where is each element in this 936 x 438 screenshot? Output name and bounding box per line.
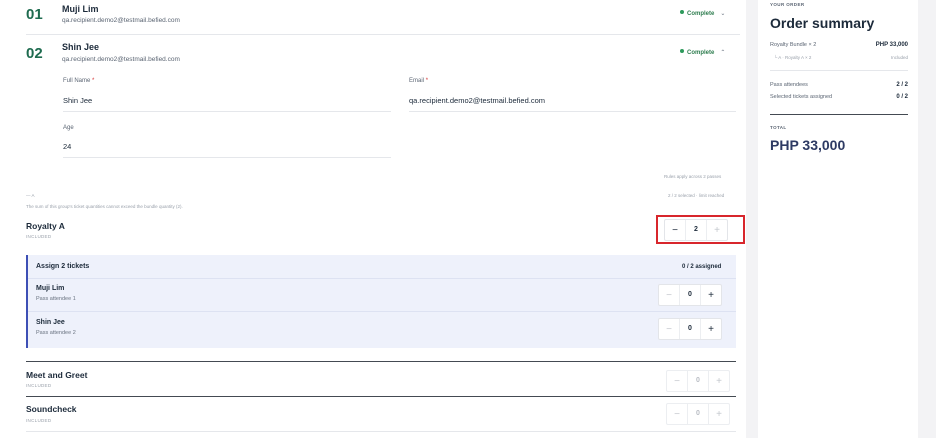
attendee-1-status-toggle[interactable]: Complete ⌄	[680, 10, 725, 17]
email-label: Email *	[409, 78, 429, 84]
status-label: Complete	[687, 11, 715, 17]
selected-note: 2 / 2 selected · limit reached	[668, 193, 725, 198]
attendee-email: qa.recipient.demo2@testmail.befied.com	[62, 17, 180, 24]
rules-note: Rules apply across 2 passes	[664, 174, 722, 179]
pass-attendees-value: 2 / 2	[896, 82, 908, 88]
attendee-number: 01	[26, 6, 43, 23]
summary-title: Order summary	[770, 15, 875, 31]
bundle-sub-label: └ A · Royalty A × 2	[774, 55, 812, 60]
attendee-name: Muji Lim	[62, 4, 99, 14]
page: 01 Muji Lim qa.recipient.demo2@testmail.…	[0, 0, 936, 438]
scrollbar[interactable]	[924, 0, 936, 438]
attendee-name: Shin Jee	[62, 42, 100, 52]
full-name-label: Full Name *	[63, 78, 95, 84]
pass-attendees-label: Pass attendees	[770, 82, 808, 88]
quantity-value: 0	[679, 285, 701, 305]
divider	[28, 311, 736, 312]
bundle-sub-value: Included	[890, 55, 908, 60]
age-field[interactable]: 24	[63, 142, 71, 151]
order-summary-panel: YOUR ORDER Order summary Royalty Bundle …	[758, 0, 918, 438]
email-underline	[409, 111, 736, 112]
assign-tickets-panel: Assign 2 tickets 0 / 2 assigned Muji Lim…	[26, 255, 736, 348]
attendee-email: qa.recipient.demo2@testmail.befied.com	[62, 56, 180, 63]
assign-attendee-name: Muji Lim	[36, 285, 65, 292]
summary-eyebrow: YOUR ORDER	[770, 2, 805, 7]
ticket-included-label: INCLUDED	[26, 418, 52, 423]
increment-button[interactable]: +	[709, 371, 729, 391]
status-dot-icon	[680, 49, 684, 53]
meet-and-greet-quantity-stepper: − 0 +	[666, 370, 730, 392]
divider	[770, 114, 908, 115]
ticket-included-label: INCLUDED	[26, 383, 52, 388]
assign-attendee-name: Shin Jee	[36, 319, 65, 326]
quantity-value: 0	[687, 404, 709, 424]
chevron-down-icon: ⌄	[720, 11, 726, 17]
age-underline	[63, 157, 391, 158]
assign-attendee-sub: Pass attendee 1	[36, 296, 76, 302]
divider	[28, 278, 736, 279]
attendee-form-panel: 01 Muji Lim qa.recipient.demo2@testmail.…	[0, 0, 746, 438]
ticket-name: Soundcheck	[26, 404, 77, 414]
increment-button[interactable]: +	[701, 285, 721, 305]
full-name-field[interactable]: Shin Jee	[63, 96, 92, 105]
increment-button[interactable]: +	[709, 404, 729, 424]
constraint-note: The sum of this group's ticket quantitie…	[26, 204, 183, 209]
bundle-label: Royalty Bundle × 2	[770, 42, 817, 48]
group-label: — A	[26, 193, 35, 198]
tickets-assigned-value: 0 / 2	[896, 94, 908, 100]
ticket-name: Meet and Greet	[26, 370, 88, 380]
divider	[26, 431, 736, 432]
ticket-name: Royalty A	[26, 221, 65, 231]
tickets-assigned-label: Selected tickets assigned	[770, 94, 833, 100]
soundcheck-quantity-stepper: − 0 +	[666, 403, 730, 425]
assign-stepper-attendee-2: − 0 +	[658, 318, 722, 340]
divider	[770, 70, 908, 71]
total-label: TOTAL	[770, 125, 787, 130]
status-dot-icon	[680, 10, 684, 14]
decrement-button[interactable]: −	[667, 404, 687, 424]
highlight-box	[656, 215, 745, 244]
ticket-included-label: INCLUDED	[26, 234, 52, 239]
attendee-number: 02	[26, 45, 43, 62]
decrement-button[interactable]: −	[659, 319, 679, 339]
assign-title: Assign 2 tickets	[36, 263, 90, 270]
assign-count: 0 / 2 assigned	[682, 264, 722, 270]
email-field[interactable]: qa.recipient.demo2@testmail.befied.com	[409, 96, 545, 105]
chevron-up-icon: ⌃	[720, 50, 726, 56]
status-label: Complete	[687, 50, 715, 56]
quantity-value: 0	[687, 371, 709, 391]
quantity-value: 0	[679, 319, 701, 339]
bundle-price: PHP 33,000	[875, 42, 908, 48]
decrement-button[interactable]: −	[667, 371, 687, 391]
full-name-underline	[63, 111, 391, 112]
attendee-2-status-toggle[interactable]: Complete ⌃	[680, 49, 725, 56]
divider	[26, 34, 740, 35]
increment-button[interactable]: +	[701, 319, 721, 339]
divider	[26, 361, 736, 362]
divider	[26, 396, 736, 397]
age-label: Age	[63, 125, 74, 131]
assign-stepper-attendee-1: − 0 +	[658, 284, 722, 306]
decrement-button[interactable]: −	[659, 285, 679, 305]
total-value: PHP 33,000	[770, 137, 846, 153]
assign-attendee-sub: Pass attendee 2	[36, 330, 76, 336]
